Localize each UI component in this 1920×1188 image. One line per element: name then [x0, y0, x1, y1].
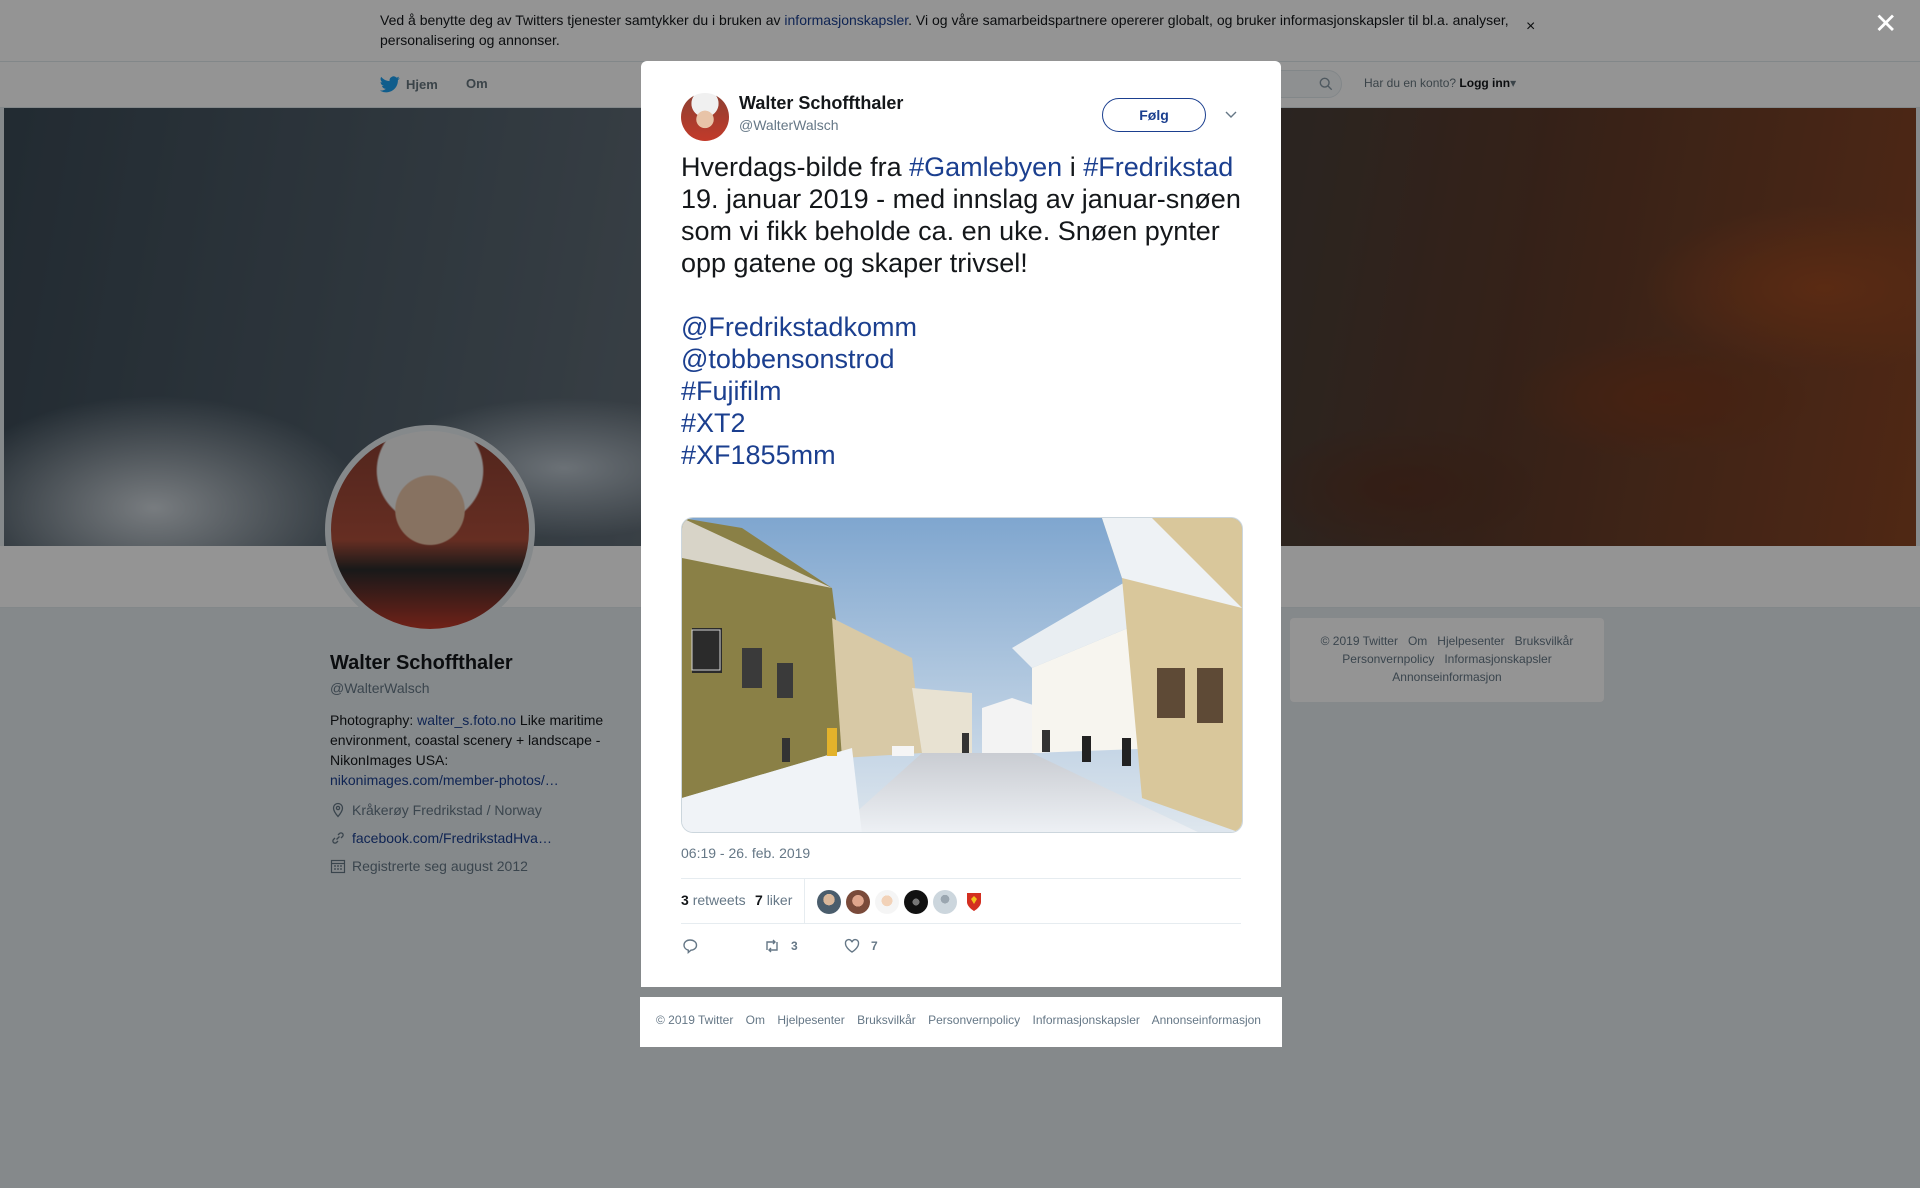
retweet-icon [766, 939, 778, 953]
default-avatar-icon[interactable] [933, 890, 957, 914]
reply-button[interactable] [681, 937, 709, 955]
coat-of-arms-icon[interactable] [962, 890, 986, 914]
liker-avatar[interactable] [846, 890, 870, 914]
tweet-author-handle[interactable]: @WalterWalsch [739, 117, 839, 133]
retweets-stat[interactable]: 3 retweets [681, 892, 746, 908]
mention-link[interactable]: @tobbensonstrod [681, 344, 895, 374]
hashtag-link[interactable]: #Gamlebyen [909, 152, 1062, 182]
liker-avatar[interactable] [875, 890, 899, 914]
close-icon[interactable]: ✕ [1874, 10, 1897, 38]
tweet-stats: 3 retweets 7 liker [681, 878, 1241, 924]
mention-link[interactable]: @Fredrikstadkomm [681, 312, 917, 342]
tweet-modal: Walter Schoffthaler @WalterWalsch Følg H… [641, 61, 1281, 987]
tweet-author-avatar[interactable] [681, 93, 729, 141]
retweet-button[interactable]: 3 [763, 937, 798, 955]
footer-link[interactable]: Personvernpolicy [928, 1013, 1020, 1027]
hashtag-link[interactable]: #Fujifilm [681, 376, 782, 406]
hashtag-link[interactable]: #Fredrikstad [1083, 152, 1233, 182]
footer-link[interactable]: Hjelpesenter [777, 1013, 844, 1027]
liker-avatar[interactable] [904, 890, 928, 914]
reply-icon [683, 939, 698, 955]
footer-link[interactable]: Annonseinformasjon [1152, 1013, 1261, 1027]
tweet-actions: 3 7 [681, 937, 1241, 961]
footer-link[interactable]: Om [746, 1013, 765, 1027]
shield-icon [967, 893, 981, 911]
modal-footer: © 2019 Twitter Om Hjelpesenter Bruksvilk… [640, 997, 1282, 1047]
like-button[interactable]: 7 [843, 937, 878, 955]
footer-link[interactable]: © 2019 Twitter [656, 1013, 733, 1027]
hashtag-link[interactable]: #XF1855mm [681, 440, 836, 470]
footer-link[interactable]: Informasjonskapsler [1033, 1013, 1140, 1027]
footer-link[interactable]: Bruksvilkår [857, 1013, 916, 1027]
likes-stat[interactable]: 7 liker [755, 892, 792, 908]
tweet-text: Hverdags-bilde fra #Gamlebyen i #Fredrik… [681, 152, 1241, 470]
liker-avatar[interactable] [817, 890, 841, 914]
tweet-timestamp[interactable]: 06:19 - 26. feb. 2019 [681, 845, 810, 861]
divider [804, 879, 805, 924]
chevron-down-icon[interactable] [1224, 107, 1238, 121]
tweet-photo[interactable] [681, 517, 1243, 833]
hashtag-link[interactable]: #XT2 [681, 408, 746, 438]
heart-icon [844, 938, 860, 953]
street-photo-image [682, 518, 1242, 832]
follow-button[interactable]: Følg [1102, 98, 1206, 132]
tweet-author-name[interactable]: Walter Schoffthaler [739, 93, 903, 114]
